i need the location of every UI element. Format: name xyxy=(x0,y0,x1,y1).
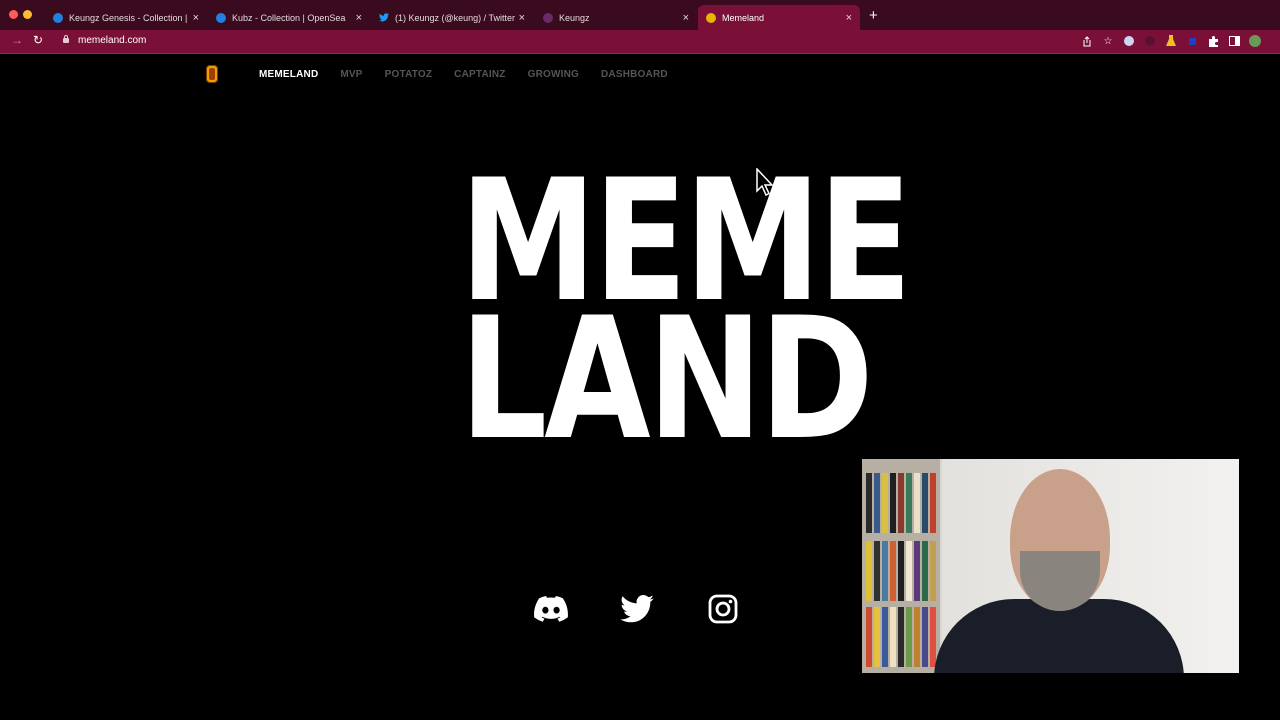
toolbar-extension-icons: ☆ xyxy=(1080,34,1262,48)
browser-tab-strip: Keungz Genesis - Collection | × Kubz - C… xyxy=(0,0,1280,32)
bookmark-star-icon[interactable]: ☆ xyxy=(1101,34,1115,48)
extensions-puzzle-icon[interactable] xyxy=(1206,34,1220,48)
bookshelf xyxy=(862,459,940,673)
nav-potatoz[interactable]: POTATOZ xyxy=(385,69,433,80)
extension-flask-icon[interactable] xyxy=(1164,34,1178,48)
browser-tab-twitter[interactable]: (1) Keungz (@keung) / Twitter × xyxy=(371,5,533,30)
close-icon[interactable]: × xyxy=(683,12,689,24)
window-close-button[interactable] xyxy=(9,10,18,19)
discord-icon[interactable] xyxy=(534,594,568,624)
reload-icon[interactable]: ↻ xyxy=(33,33,43,47)
side-panel-icon[interactable] xyxy=(1227,34,1241,48)
browser-toolbar: → ↻ memeland.com ☆ xyxy=(0,30,1280,54)
memeland-icon xyxy=(706,12,716,23)
tab-title: Keungz xyxy=(559,12,590,23)
twitter-icon[interactable] xyxy=(620,594,654,624)
memeland-logo-icon[interactable] xyxy=(206,65,218,83)
nav-captainz[interactable]: CAPTAINZ xyxy=(454,69,505,80)
forward-arrow-icon[interactable]: → xyxy=(11,33,23,47)
tab-title: Keungz Genesis - Collection | xyxy=(69,12,188,23)
extension-blue-icon[interactable] xyxy=(1185,34,1199,48)
keungz-icon xyxy=(543,12,553,23)
nav-growing[interactable]: GROWING xyxy=(528,69,579,80)
instagram-icon[interactable] xyxy=(706,594,740,624)
nav-dashboard[interactable]: DASHBOARD xyxy=(601,69,668,80)
profile-avatar-icon[interactable] xyxy=(1248,34,1262,48)
share-icon[interactable] xyxy=(1080,34,1094,48)
hero-line-2: LAND xyxy=(459,281,874,477)
extension-k-icon[interactable] xyxy=(1143,34,1157,48)
nav-memeland[interactable]: MEMELAND xyxy=(259,69,318,80)
tab-title: Kubz - Collection | OpenSea xyxy=(232,12,346,23)
webcam-overlay xyxy=(862,459,1239,673)
twitter-icon xyxy=(379,13,389,23)
tab-title: (1) Keungz (@keung) / Twitter xyxy=(395,12,515,23)
close-icon[interactable]: × xyxy=(193,12,199,24)
browser-tab-memeland[interactable]: Memeland × xyxy=(698,5,860,30)
browser-tab-kubz[interactable]: Kubz - Collection | OpenSea × xyxy=(208,5,370,30)
browser-tab-keungz[interactable]: Keungz × xyxy=(535,5,697,30)
window-minimize-button[interactable] xyxy=(23,10,32,19)
social-links xyxy=(534,594,740,624)
extension-metamask-icon[interactable] xyxy=(1122,34,1136,48)
nav-mvp[interactable]: MVP xyxy=(340,69,362,80)
new-tab-button[interactable]: + xyxy=(869,8,878,23)
close-icon[interactable]: × xyxy=(519,12,525,24)
lock-icon[interactable] xyxy=(63,35,69,43)
close-icon[interactable]: × xyxy=(356,12,362,24)
opensea-icon xyxy=(53,12,63,23)
address-bar-url[interactable]: memeland.com xyxy=(78,35,146,46)
site-nav: MEMELAND MVP POTATOZ CAPTAINZ GROWING DA… xyxy=(259,69,668,80)
hero-title: MEME LAND xyxy=(459,157,913,477)
mouse-cursor-icon xyxy=(756,168,774,196)
tab-title: Memeland xyxy=(722,12,765,23)
browser-tab-keungz-genesis[interactable]: Keungz Genesis - Collection | × xyxy=(45,5,207,30)
opensea-icon xyxy=(216,12,226,23)
close-icon[interactable]: × xyxy=(846,12,852,24)
